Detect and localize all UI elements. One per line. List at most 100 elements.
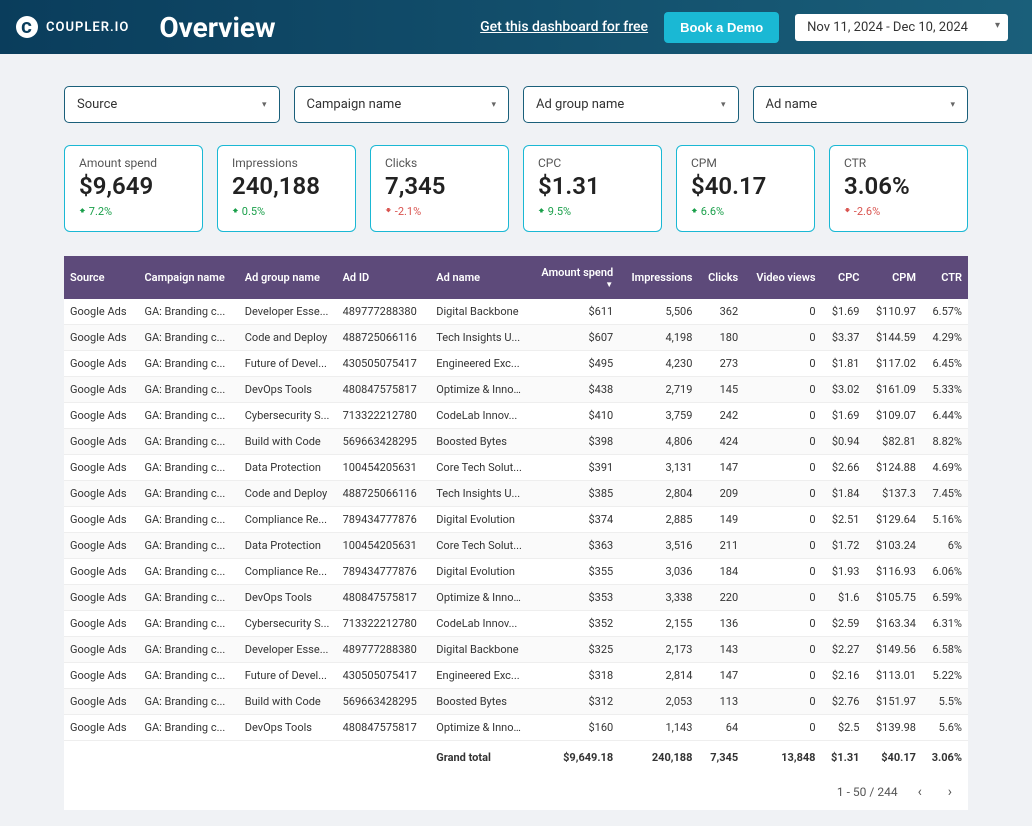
table-cell: 0 <box>744 351 821 377</box>
kpi-value: $9,649 <box>79 172 188 200</box>
column-header[interactable]: Ad ID <box>337 256 431 299</box>
table-cell: 3,759 <box>619 403 698 429</box>
filter-campaign[interactable]: Campaign name <box>294 86 510 123</box>
table-row[interactable]: Google AdsGA: Branding c...Developer Ess… <box>64 637 968 663</box>
table-cell: Engineered Exc... <box>430 351 528 377</box>
grand-total-cell: Grand total <box>430 741 528 775</box>
table-row[interactable]: Google AdsGA: Branding c...DevOps Tools4… <box>64 377 968 403</box>
table-row[interactable]: Google AdsGA: Branding c...Data Protecti… <box>64 455 968 481</box>
table-cell: 5,506 <box>619 299 698 325</box>
table-cell: Boosted Bytes <box>430 429 528 455</box>
table-cell: Digital Backbone <box>430 299 528 325</box>
column-header[interactable]: Source <box>64 256 138 299</box>
pager-range: 1 - 50 / 244 <box>837 785 898 799</box>
column-header[interactable]: CPM <box>865 256 922 299</box>
table-row[interactable]: Google AdsGA: Branding c...DevOps Tools4… <box>64 715 968 741</box>
table-row[interactable]: Google AdsGA: Branding c...Code and Depl… <box>64 325 968 351</box>
table-cell: Build with Code <box>239 689 337 715</box>
data-table: SourceCampaign nameAd group nameAd IDAd … <box>64 256 968 774</box>
table-cell: $110.97 <box>865 299 922 325</box>
kpi-delta: 🠹 9.5% <box>538 202 647 221</box>
table-row[interactable]: Google AdsGA: Branding c...Cybersecurity… <box>64 403 968 429</box>
column-header[interactable]: CTR <box>922 256 968 299</box>
grand-total-cell <box>337 741 431 775</box>
table-cell: 0 <box>744 533 821 559</box>
table-cell: 0 <box>744 507 821 533</box>
table-cell: DevOps Tools <box>239 377 337 403</box>
table-cell: GA: Branding c... <box>138 689 238 715</box>
column-header[interactable]: Ad name <box>430 256 528 299</box>
grand-total-cell: 3.06% <box>922 741 968 775</box>
table-cell: 64 <box>698 715 744 741</box>
table-cell: 145 <box>698 377 744 403</box>
table-cell: GA: Branding c... <box>138 559 238 585</box>
table-cell: Code and Deploy <box>239 325 337 351</box>
table-cell: 6.59% <box>922 585 968 611</box>
column-header[interactable]: Amount spend▼ <box>528 256 619 299</box>
table-cell: 100454205631 <box>337 533 431 559</box>
table-row[interactable]: Google AdsGA: Branding c...Build with Co… <box>64 429 968 455</box>
table-cell: $611 <box>528 299 619 325</box>
table-cell: $438 <box>528 377 619 403</box>
table-cell: 5.6% <box>922 715 968 741</box>
table-row[interactable]: Google AdsGA: Branding c...Future of Dev… <box>64 663 968 689</box>
table-cell: 5.16% <box>922 507 968 533</box>
pager-prev-icon[interactable]: ‹ <box>912 782 928 802</box>
column-header[interactable]: Ad group name <box>239 256 337 299</box>
table-cell: Google Ads <box>64 377 138 403</box>
table-cell: 489777288380 <box>337 299 431 325</box>
filter-source[interactable]: Source <box>64 86 280 123</box>
table-cell: GA: Branding c... <box>138 611 238 637</box>
grand-total-cell <box>64 741 138 775</box>
column-header[interactable]: Video views <box>744 256 821 299</box>
kpi-value: 3.06% <box>844 172 953 200</box>
table-cell: 2,719 <box>619 377 698 403</box>
table-cell: Google Ads <box>64 325 138 351</box>
pager-next-icon[interactable]: › <box>942 782 958 802</box>
table-cell: $2.59 <box>822 611 866 637</box>
kpi-delta: 🠹 7.2% <box>79 202 188 221</box>
table-row[interactable]: Google AdsGA: Branding c...Build with Co… <box>64 689 968 715</box>
header-right: Get this dashboard for free Book a Demo … <box>480 12 1008 43</box>
data-table-container: SourceCampaign nameAd group nameAd IDAd … <box>64 256 968 810</box>
table-cell: Code and Deploy <box>239 481 337 507</box>
table-cell: 3,516 <box>619 533 698 559</box>
table-cell: 480847575817 <box>337 715 431 741</box>
table-cell: 4.69% <box>922 455 968 481</box>
table-row[interactable]: Google AdsGA: Branding c...Cybersecurity… <box>64 611 968 637</box>
main-content: Source Campaign name Ad group name Ad na… <box>0 54 1032 826</box>
table-cell: 430505075417 <box>337 663 431 689</box>
table-cell: Future of Devel... <box>239 351 337 377</box>
date-range-picker[interactable]: Nov 11, 2024 - Dec 10, 2024 <box>795 14 1008 41</box>
table-cell: 242 <box>698 403 744 429</box>
table-row[interactable]: Google AdsGA: Branding c...DevOps Tools4… <box>64 585 968 611</box>
filter-adgroup[interactable]: Ad group name <box>523 86 739 123</box>
table-cell: $1.72 <box>822 533 866 559</box>
table-cell: GA: Branding c... <box>138 299 238 325</box>
kpi-card: Amount spend$9,649🠹 7.2% <box>64 145 203 232</box>
table-row[interactable]: Google AdsGA: Branding c...Developer Ess… <box>64 299 968 325</box>
table-row[interactable]: Google AdsGA: Branding c...Data Protecti… <box>64 533 968 559</box>
table-cell: $161.09 <box>865 377 922 403</box>
filter-adname[interactable]: Ad name <box>753 86 969 123</box>
table-cell: $495 <box>528 351 619 377</box>
table-cell: 430505075417 <box>337 351 431 377</box>
table-cell: $2.27 <box>822 637 866 663</box>
table-row[interactable]: Google AdsGA: Branding c...Code and Depl… <box>64 481 968 507</box>
table-cell: 489777288380 <box>337 637 431 663</box>
table-row[interactable]: Google AdsGA: Branding c...Compliance Re… <box>64 507 968 533</box>
table-cell: Data Protection <box>239 533 337 559</box>
get-dashboard-link[interactable]: Get this dashboard for free <box>480 19 648 35</box>
column-header[interactable]: Clicks <box>698 256 744 299</box>
column-header[interactable]: CPC <box>822 256 866 299</box>
kpi-card: Clicks7,345🠻 -2.1% <box>370 145 509 232</box>
column-header[interactable]: Campaign name <box>138 256 238 299</box>
table-cell: 488725066116 <box>337 481 431 507</box>
table-row[interactable]: Google AdsGA: Branding c...Compliance Re… <box>64 559 968 585</box>
kpi-label: CTR <box>844 156 953 170</box>
table-cell: CodeLab Innov... <box>430 611 528 637</box>
column-header[interactable]: Impressions <box>619 256 698 299</box>
table-row[interactable]: Google AdsGA: Branding c...Future of Dev… <box>64 351 968 377</box>
book-demo-button[interactable]: Book a Demo <box>664 12 779 43</box>
table-cell: 5.33% <box>922 377 968 403</box>
